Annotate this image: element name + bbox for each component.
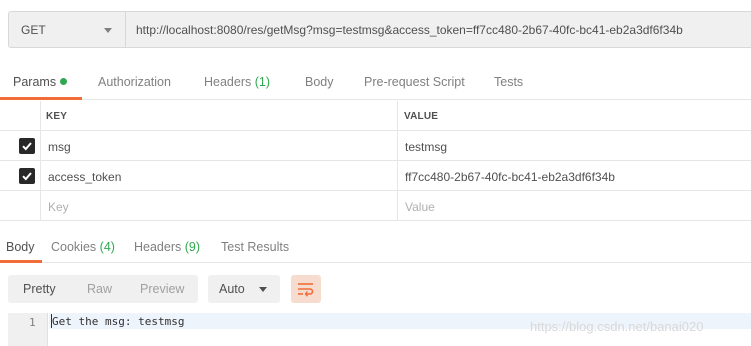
value-placeholder: Value (405, 200, 435, 214)
format-select[interactable]: Auto (208, 275, 280, 303)
value-cell[interactable]: ff7cc480-2b67-40fc-bc41-eb2a3df6f34b (398, 161, 751, 190)
checkmark-icon (22, 172, 32, 181)
active-tab-indicator (0, 97, 82, 100)
value-column-header: VALUE (404, 111, 439, 122)
param-key: msg (48, 140, 71, 154)
tab-label: Body (6, 240, 35, 254)
key-cell[interactable]: msg (41, 131, 398, 160)
tab-authorization[interactable]: Authorization (98, 75, 171, 89)
watermark: https://blog.csdn.net/banai020 (530, 319, 704, 334)
wrap-lines-button[interactable] (291, 275, 321, 303)
tab-count: (9) (184, 240, 201, 254)
active-tab-indicator (0, 260, 42, 263)
method-select[interactable]: GET (8, 11, 125, 48)
tab-count: (4) (99, 240, 115, 254)
request-tabs: Params Authorization Headers (1) Body Pr… (0, 66, 751, 100)
method-label: GET (21, 23, 46, 37)
preview-button[interactable]: Preview (140, 282, 184, 296)
response-text: Get the msg: testmsg (52, 315, 185, 328)
tab-tests[interactable]: Tests (494, 75, 523, 89)
line-gutter: 1 (8, 313, 48, 346)
raw-button[interactable]: Raw (87, 282, 112, 296)
checkbox-cell (0, 191, 41, 220)
tab-label: Authorization (98, 75, 171, 89)
tab-response-headers[interactable]: Headers (9) (134, 240, 200, 254)
param-key: access_token (48, 170, 122, 184)
wrap-lines-icon (298, 283, 314, 297)
value-input[interactable]: Value (398, 191, 751, 220)
tab-count: (1) (254, 75, 271, 89)
value-cell[interactable]: testmsg (398, 131, 751, 160)
url-input[interactable]: http://localhost:8080/res/getMsg?msg=tes… (125, 11, 751, 48)
checkmark-icon (22, 142, 32, 151)
tab-label: Pre-request Script (364, 75, 465, 89)
format-label: Auto (219, 282, 245, 296)
checkbox-cell (0, 161, 41, 190)
pretty-button[interactable]: Pretty (23, 282, 56, 296)
header-checkbox-cell (0, 101, 41, 130)
tab-label: Tests (494, 75, 524, 89)
chevron-down-icon (259, 287, 267, 292)
response-tabs: Body Cookies (4) Headers (9) Test Result… (0, 231, 751, 263)
request-bar: GET http://localhost:8080/res/getMsg?msg… (0, 0, 751, 58)
tab-label: Test Results (221, 240, 290, 254)
tab-cookies[interactable]: Cookies (4) (51, 240, 115, 254)
tab-headers[interactable]: Headers (1) (204, 75, 270, 89)
tab-label: Headers (134, 240, 182, 254)
tab-pre-request-script[interactable]: Pre-request Script (364, 75, 465, 89)
key-column-header: KEY (46, 111, 68, 122)
header-key-cell: KEY (41, 101, 398, 130)
key-placeholder: Key (48, 200, 69, 214)
tab-response-body[interactable]: Body (6, 240, 35, 254)
table-row: access_token ff7cc480-2b67-40fc-bc41-eb2… (0, 161, 751, 191)
tab-params[interactable]: Params (13, 75, 68, 89)
checkbox[interactable] (19, 168, 35, 184)
tab-label: Cookies (51, 240, 97, 254)
checkbox[interactable] (19, 138, 35, 154)
status-dot-icon (60, 78, 68, 85)
tab-label: Params (13, 75, 57, 89)
tab-label: Headers (204, 75, 252, 89)
table-header-row: KEY VALUE (0, 101, 751, 131)
table-row: msg testmsg (0, 131, 751, 161)
url-text: http://localhost:8080/res/getMsg?msg=tes… (136, 23, 683, 37)
line-number: 1 (29, 316, 36, 329)
tab-label: Body (305, 75, 334, 89)
checkbox-cell (0, 131, 41, 160)
param-value: ff7cc480-2b67-40fc-bc41-eb2a3df6f34b (405, 170, 615, 184)
chevron-down-icon (104, 28, 112, 33)
tab-body[interactable]: Body (305, 75, 334, 89)
header-value-cell: VALUE (398, 101, 751, 130)
param-value: testmsg (405, 140, 448, 154)
table-row-empty: Key Value (0, 191, 751, 221)
key-cell[interactable]: access_token (41, 161, 398, 190)
tab-test-results[interactable]: Test Results (221, 240, 289, 254)
view-mode-group: Pretty Raw Preview (8, 275, 198, 303)
key-input[interactable]: Key (41, 191, 398, 220)
